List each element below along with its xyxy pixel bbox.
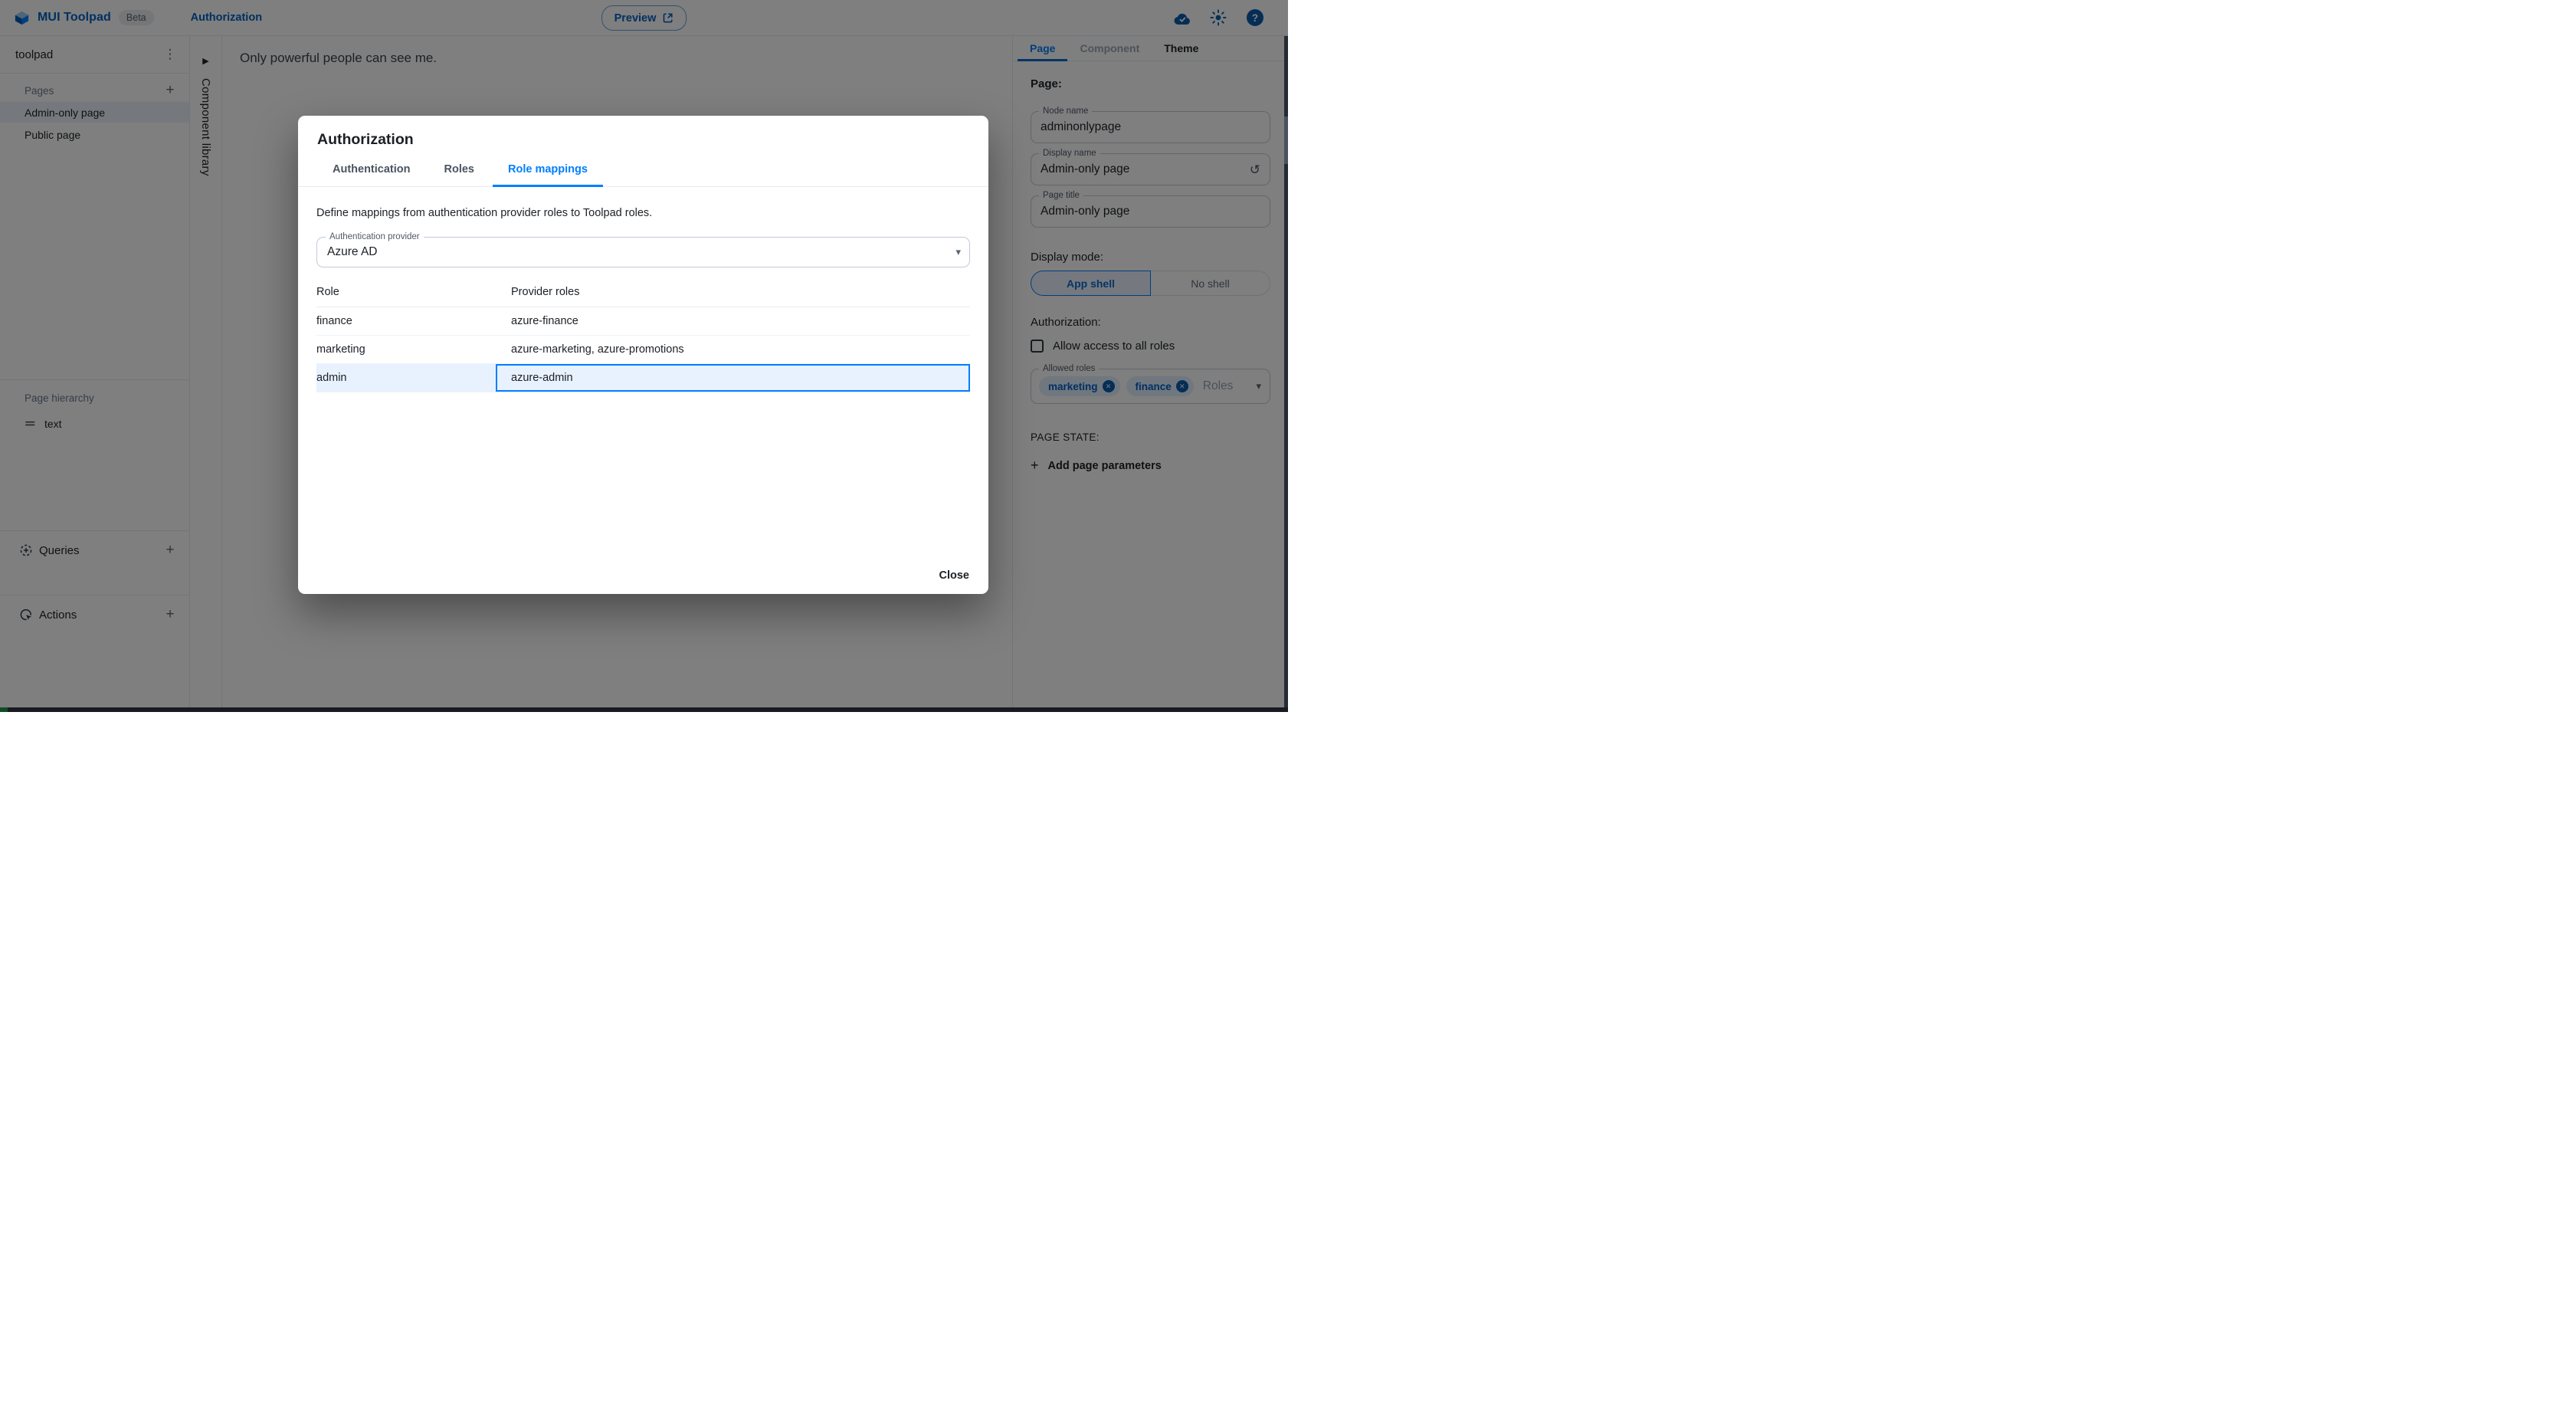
table-row-marketing[interactable]: marketing azure-marketing, azure-promoti… [316, 336, 970, 364]
authorization-dialog: Authorization Authentication Roles Role … [298, 116, 988, 594]
dialog-content: Define mappings from authentication prov… [298, 187, 988, 594]
role-cell[interactable]: marketing [316, 336, 496, 363]
authentication-provider-select[interactable]: Authentication provider Azure AD ▾ [316, 232, 970, 267]
table-header-row: Role Provider roles [316, 277, 970, 307]
dialog-tabs: Authentication Roles Role mappings [298, 149, 988, 187]
toolpad-editor-window: MUI Toolpad Beta Authorization Preview [0, 0, 1288, 712]
authentication-provider-value: Azure AD [327, 245, 378, 258]
column-header-role: Role [316, 286, 339, 298]
table-row-admin[interactable]: admin azure-admin [316, 364, 970, 392]
provider-roles-cell-editing[interactable]: azure-admin [496, 364, 970, 392]
browser-scrollbar[interactable] [1284, 36, 1288, 707]
provider-roles-cell[interactable]: azure-finance [496, 307, 970, 335]
column-header-provider-roles: Provider roles [511, 286, 580, 298]
role-cell[interactable]: admin [316, 364, 496, 392]
dialog-title: Authorization [317, 131, 414, 148]
tab-roles[interactable]: Roles [429, 163, 490, 186]
scrollbar-thumb[interactable] [1284, 116, 1288, 164]
tab-authentication[interactable]: Authentication [317, 163, 426, 186]
table-row-finance[interactable]: finance azure-finance [316, 307, 970, 336]
bottom-edge-accent [0, 707, 8, 712]
bottom-window-edge [0, 707, 1288, 712]
authentication-provider-label: Authentication provider [326, 232, 424, 242]
role-mappings-table: Role Provider roles finance azure-financ… [316, 277, 970, 392]
role-mappings-description: Define mappings from authentication prov… [316, 207, 653, 219]
tab-role-mappings[interactable]: Role mappings [493, 163, 603, 187]
role-cell[interactable]: finance [316, 307, 496, 335]
close-button[interactable]: Close [939, 569, 970, 582]
chevron-down-icon: ▾ [955, 246, 961, 258]
provider-roles-cell[interactable]: azure-marketing, azure-promotions [496, 336, 970, 363]
